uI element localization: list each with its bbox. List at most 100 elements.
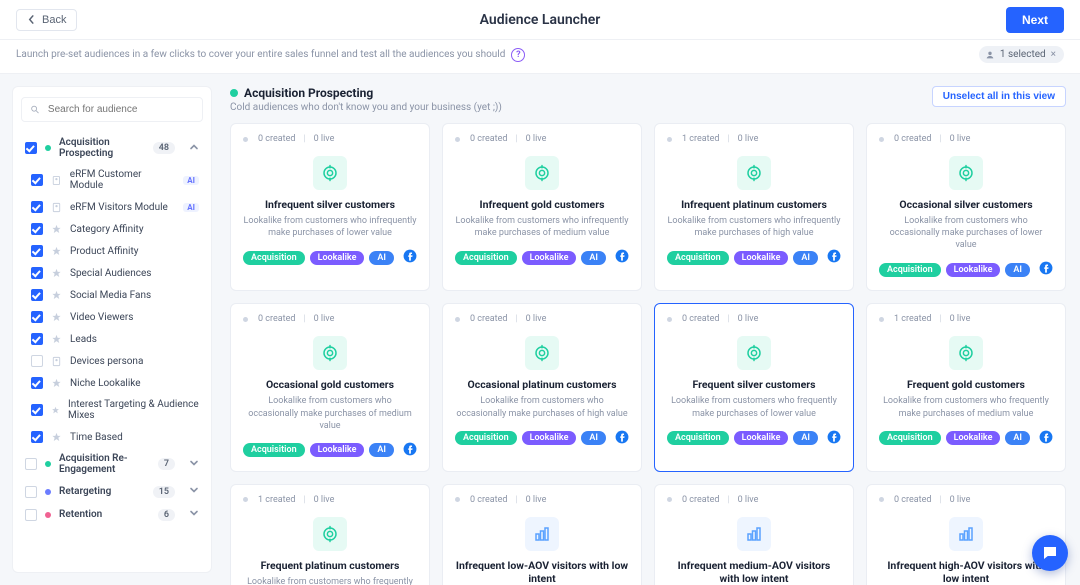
card-live: 0 live — [950, 495, 971, 505]
star-icon — [51, 432, 62, 443]
sidebar-item[interactable]: Social Media Fans — [27, 284, 203, 306]
page-subtitle: Launch pre-set audiences in a few clicks… — [16, 48, 525, 62]
close-icon[interactable]: × — [1051, 49, 1056, 60]
chevron-down-icon[interactable] — [183, 458, 199, 471]
sidebar-item[interactable]: Niche Lookalike — [27, 372, 203, 394]
tag-lookalike: Lookalike — [734, 431, 789, 445]
search-input-wrap[interactable] — [21, 97, 203, 122]
audience-card[interactable]: 0 created | 0 live Frequent silver custo… — [654, 303, 854, 471]
audience-card[interactable]: 0 created | 0 live Infrequent gold custo… — [442, 123, 642, 291]
checkbox[interactable] — [31, 289, 43, 301]
checkbox[interactable] — [25, 142, 37, 154]
facebook-icon — [615, 430, 629, 447]
target-icon — [949, 156, 983, 190]
sidebar-item[interactable]: Video Viewers — [27, 306, 203, 328]
back-label: Back — [42, 14, 66, 26]
card-meta: 0 created | 0 live — [243, 314, 417, 324]
card-title: Infrequent gold customers — [455, 198, 629, 211]
tag-acquisition: Acquisition — [879, 431, 941, 445]
checkbox[interactable] — [25, 486, 37, 498]
checkbox[interactable] — [31, 267, 43, 279]
audience-card[interactable]: 1 created | 0 live Frequent gold custome… — [866, 303, 1066, 471]
audience-card[interactable]: 1 created | 0 live Infrequent platinum c… — [654, 123, 854, 291]
checkbox[interactable] — [31, 223, 43, 235]
sidebar-item[interactable]: Special Audiences — [27, 262, 203, 284]
ai-badge: AI — [183, 203, 199, 212]
audience-card[interactable]: 0 created | 0 live Occasional gold custo… — [230, 303, 430, 471]
card-description: Lookalike from customers who infrequentl… — [667, 215, 841, 239]
sub-bar: Launch pre-set audiences in a few clicks… — [0, 40, 1080, 74]
chevron-down-icon[interactable] — [183, 485, 199, 498]
checkbox[interactable] — [31, 174, 43, 186]
next-button[interactable]: Next — [1006, 7, 1064, 33]
checkbox[interactable] — [31, 404, 43, 416]
chevron-up-icon[interactable] — [183, 142, 199, 155]
card-title: Frequent gold customers — [879, 378, 1053, 391]
group-dot-icon — [45, 145, 51, 151]
audience-card[interactable]: 0 created | 0 live Occasional platinum c… — [442, 303, 642, 471]
audience-card[interactable]: 0 created | 0 live Infrequent medium-AOV… — [654, 484, 854, 585]
sidebar-item[interactable]: Time Based — [27, 426, 203, 448]
sidebar-item[interactable]: Leads — [27, 328, 203, 350]
audience-card[interactable]: 0 created | 0 live Infrequent silver cus… — [230, 123, 430, 291]
chevron-left-icon — [27, 15, 36, 24]
sidebar-group[interactable]: Acquisition Prospecting 48 — [21, 132, 203, 164]
card-meta: 0 created | 0 live — [667, 495, 841, 505]
sidebar: Acquisition Prospecting 48 eRFM Customer… — [12, 86, 212, 573]
checkbox[interactable] — [31, 333, 43, 345]
sidebar-item-label: Niche Lookalike — [70, 378, 141, 389]
checkbox[interactable] — [25, 458, 37, 470]
sidebar-item[interactable]: eRFM Customer Module AI — [27, 164, 203, 196]
audience-card[interactable]: 0 created | 0 live Infrequent low-AOV vi… — [442, 484, 642, 585]
count-badge: 48 — [153, 142, 175, 154]
sidebar-item[interactable]: eRFM Visitors Module AI — [27, 196, 203, 218]
checkbox[interactable] — [25, 509, 37, 521]
checkbox[interactable] — [31, 431, 43, 443]
help-icon[interactable]: ? — [511, 48, 525, 62]
checkbox[interactable] — [31, 377, 43, 389]
section-title: Acquisition Prospecting — [230, 86, 502, 100]
chevron-down-icon[interactable] — [183, 508, 199, 521]
audience-card[interactable]: 0 created | 0 live Infrequent high-AOV v… — [866, 484, 1066, 585]
tag-acquisition: Acquisition — [455, 431, 517, 445]
card-created: 0 created — [470, 134, 507, 144]
sidebar-item-label: Devices persona — [70, 356, 143, 367]
chat-icon — [1041, 544, 1059, 562]
card-created: 0 created — [682, 495, 719, 505]
sidebar-item-label: Category Affinity — [70, 224, 144, 235]
ai-badge: AI — [183, 176, 199, 185]
back-button[interactable]: Back — [16, 9, 77, 31]
audience-card[interactable]: 0 created | 0 live Occasional silver cus… — [866, 123, 1066, 291]
card-meta: 0 created | 0 live — [879, 495, 1053, 505]
facebook-icon — [403, 442, 417, 459]
audience-card[interactable]: 1 created | 0 live Frequent platinum cus… — [230, 484, 430, 585]
sidebar-group-label: Retention — [59, 509, 102, 520]
checkbox[interactable] — [31, 245, 43, 257]
sidebar-group[interactable]: Retargeting 15 — [21, 480, 203, 503]
tag-acquisition: Acquisition — [667, 251, 729, 265]
sidebar-group[interactable]: Retention 6 — [21, 503, 203, 526]
group-dot-icon — [45, 461, 51, 467]
selected-chip[interactable]: 1 selected × — [979, 46, 1064, 63]
chat-launcher[interactable] — [1032, 535, 1068, 571]
target-icon — [949, 336, 983, 370]
status-dot-icon — [243, 317, 248, 322]
search-input[interactable] — [46, 103, 194, 116]
status-dot-icon — [243, 137, 248, 142]
sidebar-item-label: Special Audiences — [70, 268, 151, 279]
status-dot-icon — [667, 497, 672, 502]
checkbox[interactable] — [31, 201, 43, 213]
checkbox[interactable] — [31, 311, 43, 323]
sidebar-item[interactable]: Devices persona — [27, 350, 203, 372]
sidebar-item[interactable]: Interest Targeting & Audience Mixes — [27, 394, 203, 426]
card-footer: Acquisition Lookalike AI — [243, 249, 417, 266]
card-meta: 0 created | 0 live — [879, 134, 1053, 144]
checkbox[interactable] — [31, 355, 43, 367]
sidebar-item[interactable]: Category Affinity — [27, 218, 203, 240]
sidebar-group[interactable]: Acquisition Re-Engagement 7 — [21, 448, 203, 480]
card-title: Frequent platinum customers — [243, 559, 417, 572]
unselect-all-button[interactable]: Unselect all in this view — [932, 86, 1066, 107]
sidebar-item[interactable]: Product Affinity — [27, 240, 203, 262]
star-icon — [51, 378, 62, 389]
facebook-icon — [403, 249, 417, 263]
